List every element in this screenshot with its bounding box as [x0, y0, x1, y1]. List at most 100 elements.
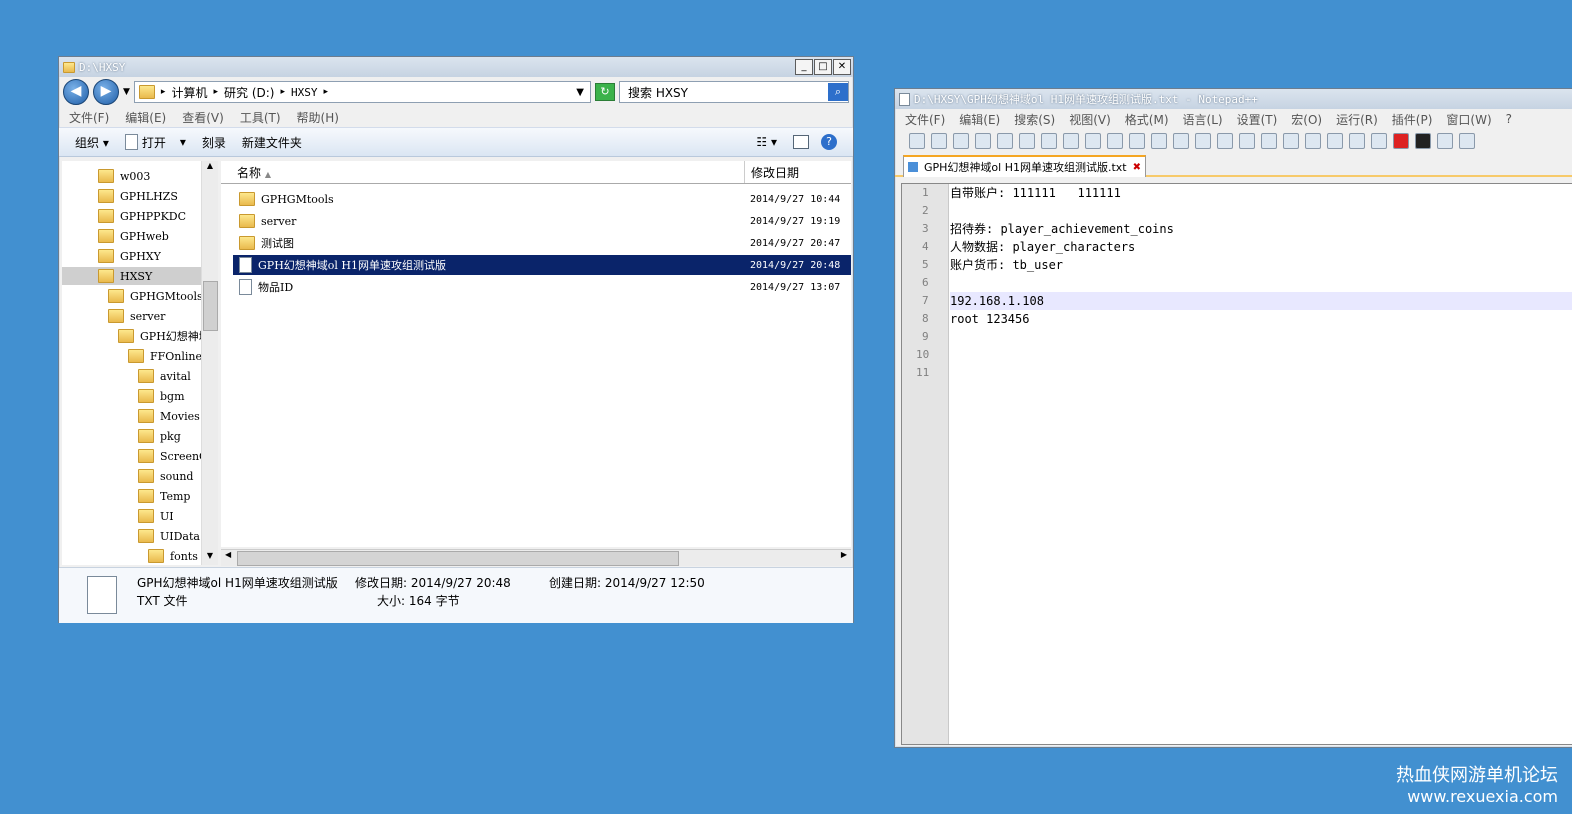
- save-all-icon[interactable]: [975, 133, 991, 149]
- tree-item[interactable]: server: [62, 307, 218, 325]
- code-line[interactable]: 招待券: player_achievement_coins: [950, 220, 1572, 238]
- breadcrumb-sep-icon[interactable]: ▸: [280, 87, 285, 97]
- code-line[interactable]: [950, 364, 1572, 382]
- scroll-thumb[interactable]: [203, 281, 218, 331]
- code-line[interactable]: [950, 202, 1572, 220]
- indent-guide-icon[interactable]: [1349, 133, 1365, 149]
- code-line[interactable]: [950, 346, 1572, 364]
- preview-pane-icon[interactable]: [793, 135, 809, 149]
- code-line[interactable]: 自带账户: 111111 111111: [950, 184, 1572, 202]
- paste-icon[interactable]: [1107, 133, 1123, 149]
- tree-scrollbar[interactable]: ▲ ▼: [201, 161, 218, 565]
- tree-item[interactable]: UI: [62, 507, 218, 525]
- minimize-button[interactable]: _: [795, 59, 813, 75]
- notepad-menu-item[interactable]: 文件(F): [905, 111, 945, 128]
- code-line[interactable]: [950, 274, 1572, 292]
- undo-icon[interactable]: [1129, 133, 1145, 149]
- scroll-right-icon[interactable]: ▶: [841, 550, 847, 559]
- replace-icon[interactable]: [1195, 133, 1211, 149]
- organize-button[interactable]: 组织 ▾: [75, 134, 109, 151]
- recent-pages-icon[interactable]: ▼: [123, 87, 130, 97]
- column-divider[interactable]: [744, 161, 745, 183]
- tree-item[interactable]: FFOnline: [62, 347, 218, 365]
- file-row[interactable]: GPHGMtools 2014/9/27 10:44: [233, 189, 851, 209]
- tree-item[interactable]: UIData: [62, 527, 218, 545]
- view-options-icon[interactable]: ☷ ▾: [756, 135, 777, 149]
- forward-button[interactable]: ▶: [93, 79, 119, 105]
- copy-icon[interactable]: [1085, 133, 1101, 149]
- tree-item[interactable]: Movies: [62, 407, 218, 425]
- notepad-menu-item[interactable]: 编辑(E): [959, 111, 1000, 128]
- breadcrumb-sep-icon[interactable]: ▸: [213, 87, 218, 97]
- sync-horizontal-icon[interactable]: [1283, 133, 1299, 149]
- notepad-menu-item[interactable]: 运行(R): [1336, 111, 1378, 128]
- tree-item[interactable]: GPHGMtools: [62, 287, 218, 305]
- save-icon[interactable]: [953, 133, 969, 149]
- menu-tools[interactable]: 工具(T): [240, 109, 281, 126]
- notepad-menu-item[interactable]: 视图(V): [1069, 111, 1111, 128]
- file-row[interactable]: 测试图 2014/9/27 20:47: [233, 233, 851, 253]
- tree-item[interactable]: HXSY: [62, 267, 218, 285]
- notepad-titlebar[interactable]: D:\HXSY\GPH幻想神域ol H1网单速攻组测试版.txt - Notep…: [895, 89, 1572, 109]
- open-file-icon[interactable]: [931, 133, 947, 149]
- tree-item[interactable]: pkg: [62, 427, 218, 445]
- tree-item[interactable]: avital: [62, 367, 218, 385]
- scroll-up-icon[interactable]: ▲: [202, 161, 218, 175]
- word-wrap-icon[interactable]: [1305, 133, 1321, 149]
- scroll-left-icon[interactable]: ◀: [225, 550, 231, 559]
- menu-file[interactable]: 文件(F): [69, 109, 109, 126]
- breadcrumb-sep-icon[interactable]: ▸: [324, 87, 329, 97]
- code-line[interactable]: 账户货币: tb_user: [950, 256, 1572, 274]
- tab-current-file[interactable]: GPH幻想神域ol H1网单速攻组测试版.txt ✖: [903, 155, 1147, 177]
- menu-edit[interactable]: 编辑(E): [125, 109, 166, 126]
- run-macro-multiple-icon[interactable]: [1459, 133, 1475, 149]
- file-list-hscrollbar[interactable]: ◀ ▶: [221, 549, 851, 566]
- tree-item[interactable]: GPHLHZS: [62, 187, 218, 205]
- search-input[interactable]: 搜索 HXSY ⌕: [619, 81, 849, 103]
- breadcrumb-drive[interactable]: 研究 (D:): [224, 84, 274, 101]
- tree-item[interactable]: w003: [62, 167, 218, 185]
- maximize-button[interactable]: □: [814, 59, 832, 75]
- close-all-icon[interactable]: [1019, 133, 1035, 149]
- tree-item[interactable]: GPH幻想神域: [62, 327, 218, 345]
- explorer-titlebar[interactable]: D:\HXSY _ □ ✕: [59, 57, 853, 77]
- refresh-button[interactable]: ↻: [595, 83, 615, 101]
- redo-icon[interactable]: [1151, 133, 1167, 149]
- new-file-icon[interactable]: [909, 133, 925, 149]
- scroll-down-icon[interactable]: ▼: [202, 551, 218, 565]
- tree-item[interactable]: sound: [62, 467, 218, 485]
- sync-vertical-icon[interactable]: [1261, 133, 1277, 149]
- zoom-out-icon[interactable]: [1239, 133, 1255, 149]
- notepad-menu-item[interactable]: 搜索(S): [1014, 111, 1055, 128]
- menu-help[interactable]: 帮助(H): [297, 109, 339, 126]
- tab-close-icon[interactable]: ✖: [1133, 162, 1141, 173]
- tree-item[interactable]: fonts: [62, 547, 218, 565]
- notepad-menu-item[interactable]: 插件(P): [1392, 111, 1433, 128]
- cut-icon[interactable]: [1063, 133, 1079, 149]
- play-macro-icon[interactable]: [1437, 133, 1453, 149]
- zoom-in-icon[interactable]: [1217, 133, 1233, 149]
- tree-item[interactable]: bgm: [62, 387, 218, 405]
- notepad-menu-item[interactable]: ?: [1506, 112, 1512, 126]
- print-icon[interactable]: [1041, 133, 1057, 149]
- search-icon[interactable]: ⌕: [828, 83, 848, 101]
- show-all-chars-icon[interactable]: [1327, 133, 1343, 149]
- column-modified[interactable]: 修改日期: [751, 164, 799, 181]
- column-name[interactable]: 名称 ▲: [237, 164, 271, 181]
- notepad-menu-item[interactable]: 设置(T): [1237, 111, 1278, 128]
- hscroll-thumb[interactable]: [237, 551, 679, 566]
- new-folder-button[interactable]: 新建文件夹: [242, 134, 302, 151]
- find-icon[interactable]: [1173, 133, 1189, 149]
- file-row[interactable]: 物品ID 2014/9/27 13:07: [233, 277, 851, 297]
- notepad-menu-item[interactable]: 窗口(W): [1446, 111, 1491, 128]
- tree-item[interactable]: GPHPPKDC: [62, 207, 218, 225]
- address-bar[interactable]: ▸ 计算机 ▸ 研究 (D:) ▸ HXSY ▸ ▼: [133, 81, 591, 103]
- back-button[interactable]: ◀: [63, 79, 89, 105]
- open-button[interactable]: 打开 ▾: [124, 134, 186, 151]
- tree-item[interactable]: GPHweb: [62, 227, 218, 245]
- notepad-menu-item[interactable]: 语言(L): [1183, 111, 1223, 128]
- notepad-menu-item[interactable]: 格式(M): [1125, 111, 1169, 128]
- code-line[interactable]: 192.168.1.108: [950, 292, 1572, 310]
- file-row[interactable]: GPH幻想神域ol H1网单速攻组测试版 2014/9/27 20:48: [233, 255, 851, 275]
- record-macro-icon[interactable]: [1393, 133, 1409, 149]
